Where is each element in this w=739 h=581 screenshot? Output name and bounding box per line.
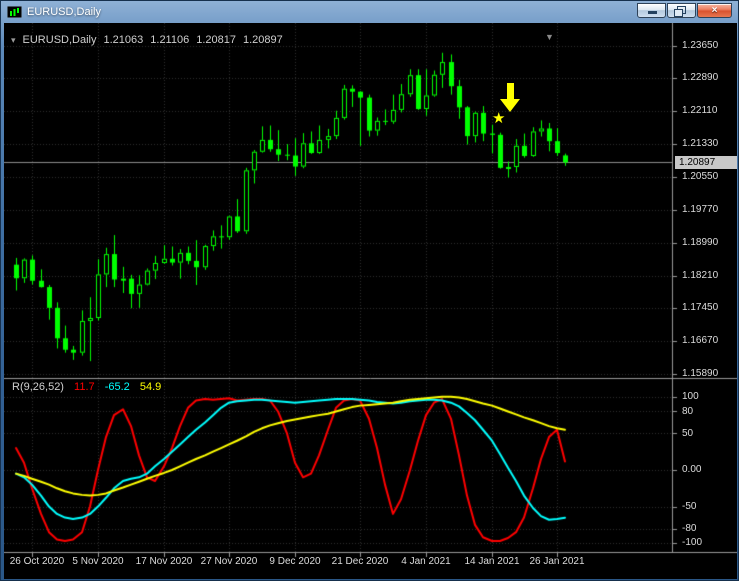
indicator-scale-axis[interactable]: 100 80 50 0.00 -50 -80 -100 xyxy=(673,379,737,552)
date-axis-label: 14 Jan 2021 xyxy=(464,556,520,567)
chart-window-icon xyxy=(7,6,22,18)
indicator-value-3: 54.9 xyxy=(139,381,162,393)
minimize-button[interactable] xyxy=(637,3,666,18)
window-controls: × xyxy=(637,3,732,18)
date-axis-label: 26 Jan 2021 xyxy=(529,556,585,567)
close-icon: × xyxy=(711,5,718,16)
price-axis-label: 1.18210 xyxy=(682,270,719,281)
indicator-name: R(9,26,52) xyxy=(12,381,64,393)
price-axis-label: 1.18990 xyxy=(682,237,719,248)
indicator-scale-label: -100 xyxy=(682,537,703,548)
price-axis-label: 1.22110 xyxy=(682,105,718,116)
date-axis-label: 5 Nov 2020 xyxy=(72,556,124,567)
price-axis-label: 1.17450 xyxy=(682,302,719,313)
quote-low: 1.20817 xyxy=(196,34,236,46)
indicator-scale-label: 100 xyxy=(682,391,699,402)
date-axis-label: 27 Nov 2020 xyxy=(200,556,258,567)
indicator-label: R(9,26,52) 11.7 -65.2 54.9 xyxy=(12,381,161,393)
indicator-scale-label: 0.00 xyxy=(682,464,702,475)
price-axis-label: 1.20550 xyxy=(682,171,719,182)
quote-close: 1.20897 xyxy=(242,34,283,46)
quote-open: 1.21063 xyxy=(103,34,144,46)
price-axis-label: 1.23650 xyxy=(682,40,719,51)
restore-button[interactable] xyxy=(667,3,696,18)
current-price-tag: 1.20897 xyxy=(675,156,737,169)
window-titlebar[interactable]: EURUSD,Daily × xyxy=(4,2,735,22)
price-chart-canvas[interactable] xyxy=(4,23,737,579)
close-button[interactable]: × xyxy=(697,3,732,18)
date-axis-label: 9 Dec 2020 xyxy=(269,556,321,567)
arrow-down-icon xyxy=(507,83,514,99)
arrow-down-object[interactable] xyxy=(500,83,521,112)
indicator-value-1: 11.7 xyxy=(74,381,95,393)
indicator-scale-label: -80 xyxy=(682,523,697,534)
date-axis-label: 26 Oct 2020 xyxy=(9,556,65,567)
quote-symbol: EURUSD,Daily xyxy=(22,34,97,46)
minimize-icon xyxy=(647,11,657,14)
date-axis-label: 17 Nov 2020 xyxy=(135,556,193,567)
price-axis-label: 1.19770 xyxy=(682,204,719,215)
chart-client-area: ▾ EURUSD,Daily 1.21063 1.21106 1.20817 1… xyxy=(4,23,737,579)
date-axis[interactable]: 26 Oct 2020 5 Nov 2020 17 Nov 2020 27 No… xyxy=(4,553,672,579)
price-axis-label: 1.21330 xyxy=(682,138,719,149)
price-axis-label: 1.22890 xyxy=(682,72,719,83)
quote-line: ▾ EURUSD,Daily 1.21063 1.21106 1.20817 1… xyxy=(11,34,283,46)
indicator-scale-label: 50 xyxy=(682,428,694,439)
star-object[interactable]: ★ xyxy=(492,111,505,126)
date-axis-label: 4 Jan 2021 xyxy=(401,556,451,567)
restore-icon xyxy=(668,4,695,17)
indicator-scale-label: -50 xyxy=(682,501,697,512)
chart-window: EURUSD,Daily × ▾ EURUSD,Daily 1.21063 1.… xyxy=(0,0,739,581)
quote-high: 1.21106 xyxy=(150,34,190,46)
one-click-trading-toggle[interactable]: ▾ xyxy=(11,35,16,46)
price-axis-label: 1.16670 xyxy=(682,335,719,346)
indicator-scale-label: 80 xyxy=(682,406,694,417)
chart-shift-marker-icon[interactable]: ▼ xyxy=(545,33,554,42)
date-axis-label: 21 Dec 2020 xyxy=(331,556,389,567)
window-title: EURUSD,Daily xyxy=(27,6,101,18)
indicator-value-2: -65.2 xyxy=(104,381,130,393)
